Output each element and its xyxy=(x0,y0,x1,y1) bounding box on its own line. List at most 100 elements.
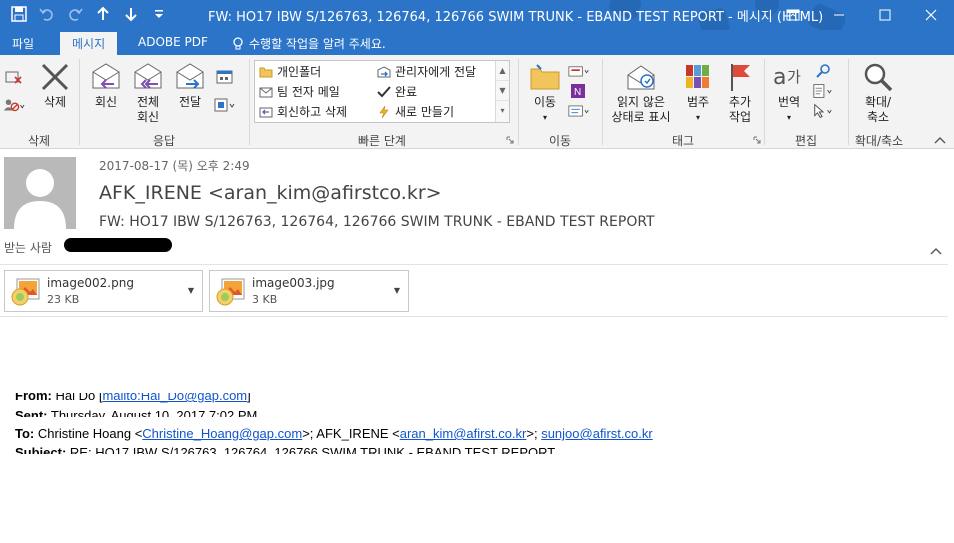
find-icon[interactable] xyxy=(812,61,834,81)
scroll-down-icon[interactable]: ▼ xyxy=(496,81,509,101)
delete-button[interactable]: 삭제 xyxy=(36,61,74,110)
quick-steps-scroll[interactable]: ▲ ▼ ▾ xyxy=(495,61,509,122)
categorize-grid-icon xyxy=(681,61,715,93)
checkmark-icon xyxy=(377,85,391,97)
tab-adobe-pdf[interactable]: ADOBE PDF xyxy=(126,32,220,55)
attachment-dropdown-icon[interactable]: ▼ xyxy=(394,286,400,295)
follow-up-label-2: 작업 xyxy=(728,110,752,124)
from-name: Hai Do [ xyxy=(55,388,103,403)
group-label-delete: 삭제 xyxy=(27,134,51,148)
onenote-icon[interactable]: N xyxy=(568,81,590,101)
follow-up-label-1: 추가 xyxy=(728,95,752,109)
move-button[interactable]: 이동 ▾ xyxy=(524,61,566,125)
zoom-button[interactable]: 확대/ 축소 xyxy=(856,61,900,125)
rules-icon[interactable] xyxy=(568,61,590,81)
attachment-size: 3 KB xyxy=(252,293,278,306)
previous-item-icon[interactable] xyxy=(92,3,114,25)
select-icon[interactable] xyxy=(812,101,834,121)
follow-up-button[interactable]: 추가 작업 xyxy=(720,61,760,125)
svg-text:가: 가 xyxy=(787,68,801,86)
subject-field-label: Subject: xyxy=(15,445,67,460)
sent-value: Thursday, August 10, 2017 7:02 PM xyxy=(50,408,258,423)
quick-step-reply-delete[interactable]: 회신하고 삭제 xyxy=(259,103,347,120)
quick-step-team-email[interactable]: 팀 전자 메일 xyxy=(259,83,340,100)
tab-file[interactable]: 파일 xyxy=(0,32,46,55)
tags-dialog-launcher-icon[interactable] xyxy=(752,135,762,145)
body-subject-line: Subject: RE: HO17 IBW S/126763, 126764, … xyxy=(15,445,555,460)
categorize-label: 범주 xyxy=(686,95,710,109)
tab-message[interactable]: 메시지 xyxy=(60,32,118,55)
to-mid: >; AFK_IRENE < xyxy=(302,426,400,441)
to-value: Christine Hoang < xyxy=(37,426,143,441)
image-file-icon xyxy=(215,277,247,307)
reply-button[interactable]: 회신 xyxy=(86,61,126,110)
to-email-link-1[interactable]: Christine_Hoang@gap.com xyxy=(142,426,302,441)
next-item-icon[interactable] xyxy=(120,3,142,25)
move-label: 이동 xyxy=(533,95,557,109)
attachment-name: image003.jpg xyxy=(252,276,335,290)
quick-step-label: 완료 xyxy=(395,85,418,99)
more-respond-icon[interactable] xyxy=(214,95,236,115)
undo-icon[interactable] xyxy=(36,3,58,25)
attachment-image002[interactable]: image002.png 23 KB ▼ xyxy=(4,270,203,312)
group-label-tags: 태그 xyxy=(671,134,695,148)
move-dropdown-icon: ▾ xyxy=(542,113,547,122)
junk-icon[interactable] xyxy=(3,95,25,115)
quick-step-create-new[interactable]: 새로 만들기 xyxy=(377,103,454,120)
quick-access-toolbar xyxy=(8,3,170,25)
categorize-button[interactable]: 범주 ▾ xyxy=(678,61,718,125)
window-controls xyxy=(770,0,954,30)
reply-all-label-1: 전체 xyxy=(136,95,160,109)
to-email-link-2[interactable]: aran_kim@afirst.co.kr xyxy=(400,426,527,441)
minimize-icon[interactable] xyxy=(816,0,862,30)
attachment-dropdown-icon[interactable]: ▼ xyxy=(188,286,194,295)
maximize-icon[interactable] xyxy=(862,0,908,30)
reply-all-button[interactable]: 전체 회신 xyxy=(128,61,168,125)
quick-step-done[interactable]: 완료 xyxy=(377,83,417,100)
reply-all-icon xyxy=(131,61,165,93)
ribbon-display-options-icon[interactable] xyxy=(770,0,816,30)
from-email-link[interactable]: mailto:Hai_Do@gap.com xyxy=(102,393,247,403)
actions-icon[interactable] xyxy=(568,101,590,121)
translate-button[interactable]: a가 번역 ▾ xyxy=(768,61,810,125)
forward-button[interactable]: 전달 xyxy=(170,61,210,110)
close-icon[interactable] xyxy=(908,0,954,30)
title-bar: FW: HO17 IBW S/126763, 126764, 126766 SW… xyxy=(0,0,954,30)
team-mail-icon xyxy=(259,87,273,97)
quick-step-personal-folder[interactable]: 개인폴더 xyxy=(259,63,321,80)
sent-label: Sent: xyxy=(15,408,48,423)
redo-icon[interactable] xyxy=(64,3,86,25)
mark-unread-button[interactable]: 읽지 않은 상태로 표시 xyxy=(606,61,676,125)
related-icon[interactable] xyxy=(812,81,834,101)
lightbulb-icon xyxy=(233,36,243,49)
ribbon: 삭제 삭제 회신 전체 회신 전달 응답 개인폴더 팀 전자 메일 회신하고 삭… xyxy=(0,55,954,149)
header-divider xyxy=(0,264,948,265)
gallery-more-icon[interactable]: ▾ xyxy=(496,101,509,121)
recipient-redacted xyxy=(64,238,172,252)
dialog-launcher-icon[interactable] xyxy=(505,135,515,145)
save-icon[interactable] xyxy=(8,3,30,25)
attachment-name: image002.png xyxy=(47,276,134,290)
attachment-image003[interactable]: image003.jpg 3 KB ▼ xyxy=(209,270,409,312)
mark-unread-label-2: 상태로 표시 xyxy=(611,110,671,124)
forward-label: 전달 xyxy=(178,95,202,109)
ribbon-tabs: 파일 메시지 ADOBE PDF 수행할 작업을 알려 주세요. xyxy=(0,30,954,55)
meeting-reply-icon[interactable] xyxy=(214,67,236,87)
quick-step-to-manager[interactable]: 관리자에게 전달 xyxy=(377,63,476,80)
mark-unread-label-1: 읽지 않은 xyxy=(617,95,665,109)
svg-text:a: a xyxy=(773,65,786,90)
lightning-icon xyxy=(379,105,389,118)
group-label-zoom: 확대/축소 xyxy=(854,134,904,148)
collapse-header-icon[interactable] xyxy=(930,244,942,258)
ignore-icon[interactable] xyxy=(3,67,25,87)
collapse-ribbon-icon[interactable] xyxy=(932,133,948,147)
sender[interactable]: AFK_IRENE <aran_kim@afirstco.kr> xyxy=(99,182,442,204)
window-title: FW: HO17 IBW S/126763, 126764, 126766 SW… xyxy=(208,10,824,25)
to-email-link-3[interactable]: sunjoo@afirst.co.kr xyxy=(541,426,652,441)
tell-me-box[interactable]: 수행할 작업을 알려 주세요. xyxy=(232,35,386,52)
scroll-up-icon[interactable]: ▲ xyxy=(496,61,509,81)
body-to-line: To: Christine Hoang <Christine_Hoang@gap… xyxy=(15,426,653,441)
reply-all-label-2: 회신 xyxy=(136,110,160,124)
customize-toolbar-icon[interactable] xyxy=(148,3,170,25)
quick-steps-gallery: 개인폴더 팀 전자 메일 회신하고 삭제 관리자에게 전달 완료 새로 만들기 … xyxy=(254,60,510,123)
